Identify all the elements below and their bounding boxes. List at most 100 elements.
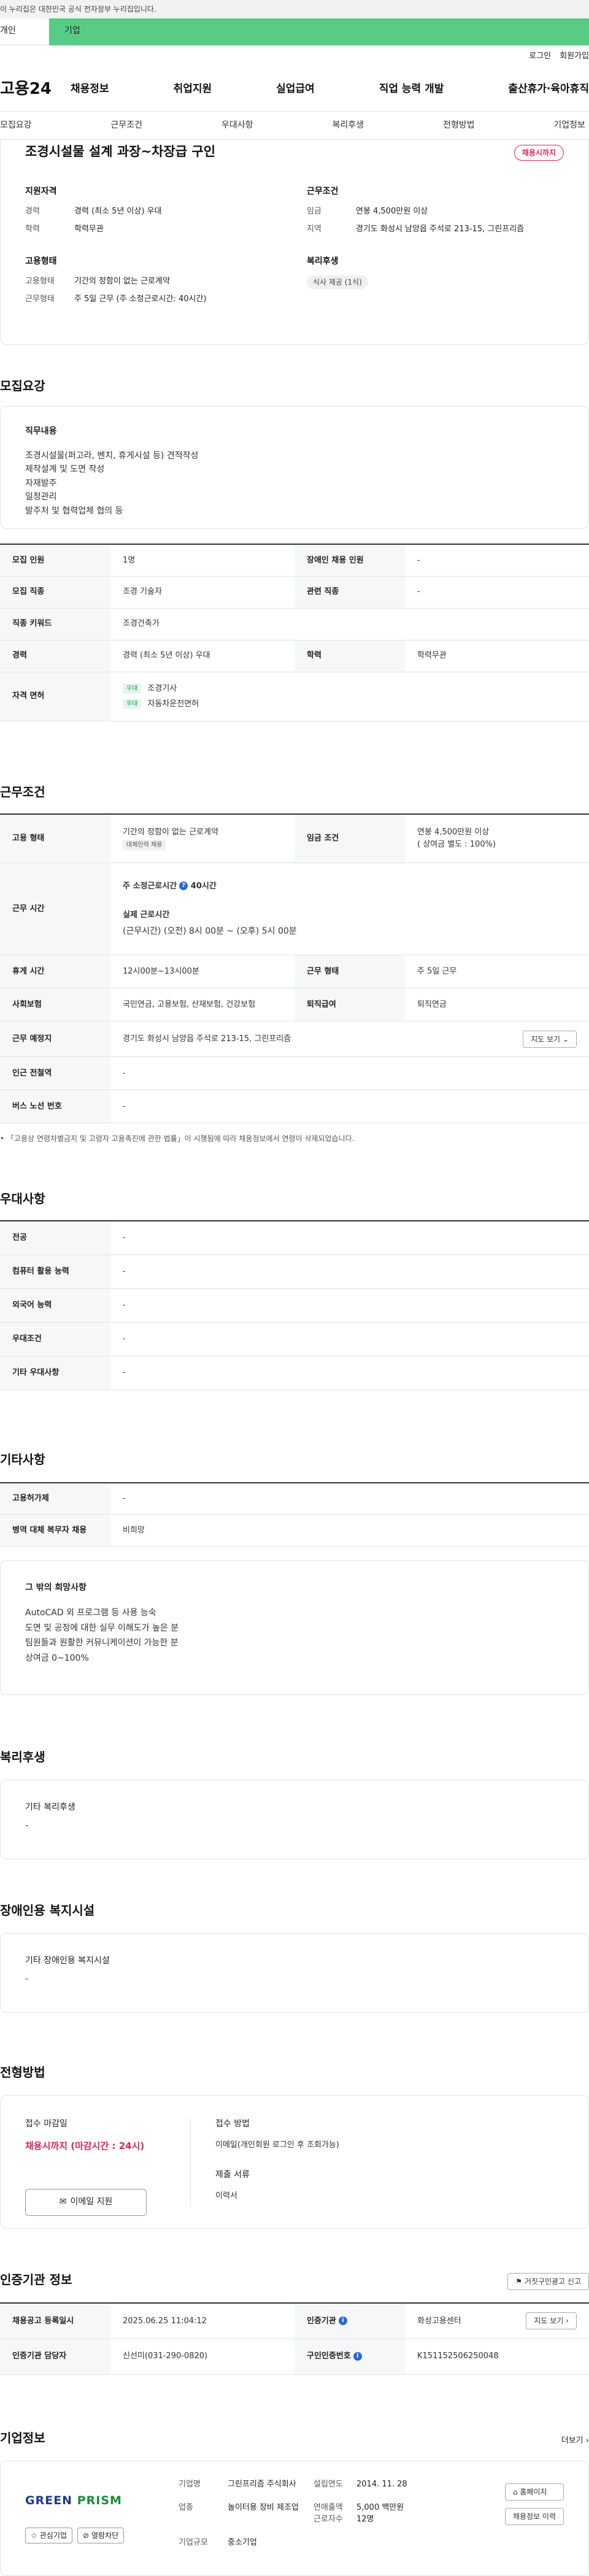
anchor-recruit[interactable]: 모집요강 [0, 119, 32, 132]
age-note-text: 「고용상 연령차별금지 및 고령자 고용촉진에 관한 법률」이 시행됨에 따라 … [6, 1134, 355, 1143]
chevron-down-icon: ⌄ [562, 1034, 569, 1044]
duties-card: 직무내용 조경시설물(퍼고라, 벤치, 휴게시설 등) 견적작성 제작설계 및 … [0, 406, 589, 529]
facility-title-wrap: 장애인용 복지시설 [0, 1859, 589, 1920]
staff-value: 12명 [356, 2515, 374, 2524]
report-button[interactable]: ⚑ 거짓구인광고 신고 [507, 2273, 589, 2290]
gnb-item-jobs[interactable]: 채용정보 [71, 82, 109, 98]
table-row: 고용허가제 - [0, 1482, 589, 1515]
summary-grid: 지원자격 경력 경력 (최소 5년 이상) 우대 학력 학력무관 근무조건 임금 연봉… [25, 185, 564, 312]
anchor-pref[interactable]: 우대사항 [221, 119, 253, 132]
summary-key: 임금 [307, 206, 321, 216]
welfare-value: - [25, 1821, 29, 1831]
table-header: 인증기관 i [294, 2303, 405, 2339]
table-row: 경력 경력 (최소 5년 이상) 우대 학력 학력무관 [0, 640, 589, 672]
table-header: 퇴직급여 [294, 988, 405, 1021]
section-title-pref: 우대사항 [0, 1191, 45, 1206]
duties-heading: 직무내용 [25, 426, 57, 436]
gnb-item-training[interactable]: 직업 능력 개발 [379, 82, 444, 98]
table-header: 직종 키워드 [0, 608, 110, 640]
favorite-label: 관심기업 [39, 2531, 67, 2540]
summary-heading: 고용형태 [25, 256, 57, 266]
tab-person[interactable]: 개인 [0, 18, 49, 45]
table-cell: 조경건축가 [110, 608, 589, 640]
tab-company[interactable]: 기업 [49, 18, 589, 45]
join-link[interactable]: 회원가입 [560, 50, 589, 67]
table-row: 인근 전철역 - [0, 1056, 589, 1090]
favorite-company-button[interactable]: ☆ 관심기업 [25, 2528, 72, 2543]
anchor-welfare[interactable]: 복리후생 [332, 119, 364, 132]
company-key: 업종 [179, 2502, 193, 2512]
weekly-value: 40시간 [190, 881, 217, 891]
docs-value: 이력서 [215, 2191, 237, 2201]
table-cell: - [110, 1221, 589, 1255]
table-header: 고용허가제 [0, 1482, 110, 1515]
company-more-link[interactable]: 더보기 › [561, 2435, 589, 2447]
anchor-work[interactable]: 근무조건 [110, 119, 142, 132]
table-header: 외국어 능력 [0, 1288, 110, 1323]
method-value: 이메일(개인회원 로그인 후 조회가능) [215, 2140, 339, 2150]
table-header: 구인인증번호 i [294, 2339, 405, 2375]
table-header: 학력 [294, 640, 405, 672]
block-icon: ⊘ [82, 2531, 89, 2540]
email-apply-button[interactable]: ✉ 이메일 지원 [25, 2188, 147, 2216]
block-view-button[interactable]: ⊘ 열람차단 [77, 2528, 125, 2543]
section-title-facility: 장애인용 복지시설 [0, 1903, 95, 1918]
table-row: 외국어 능력 - [0, 1288, 589, 1323]
chevron-right-icon: › [566, 2316, 569, 2326]
gnb-item-leave[interactable]: 출산휴가·육아휴직 [508, 82, 589, 98]
site-logo[interactable]: 고용24 [0, 77, 71, 101]
gov-banner: 이 누리집은 대한민국 공식 전자정부 누리집입니다. [0, 0, 589, 18]
anchor-process[interactable]: 전형방법 [443, 119, 475, 132]
wage-value: 연봉 4,500만원 이상 [417, 828, 490, 837]
table-cell: 우대 조경기사 우대 자동차운전면허 [110, 672, 589, 721]
section-title-etc: 기타사항 [0, 1451, 45, 1467]
company-key: 연매출액 근로자수 [314, 2502, 356, 2530]
table-row: 채용공고 등록일시 2025.06.25 11:04:12 인증기관 i 화성고용… [0, 2303, 589, 2339]
table-header: 버스 노선 번호 [0, 1090, 110, 1123]
pref-table: 전공 - 컴퓨터 활용 능력 - 외국어 능력 - 우대조건 - 기타 우대사항 - [0, 1220, 589, 1390]
table-header: 근무 시간 [0, 863, 110, 955]
info-icon[interactable]: i [338, 2316, 347, 2325]
table-cell: 경력 (최소 5년 이상) 우대 [110, 640, 294, 672]
actual-value: (근무시간) (오전) 8시 00분 ~ (오후) 5시 00분 [123, 926, 297, 936]
table-cell: 퇴직연금 [405, 988, 589, 1021]
table-header: 컴퓨터 활용 능력 [0, 1255, 110, 1289]
job-title: 조경시설물 설계 과장~차장급 구인 [25, 144, 216, 159]
anchor-company[interactable]: 기업정보 [553, 119, 585, 132]
table-row: 근무 시간 주 소정근로시간? 40시간 실제 근로시간 (근무시간) (오전)… [0, 863, 589, 955]
place-value: 경기도 화성시 남양읍 주석로 213-15, 그린프리즘 [123, 1034, 291, 1044]
login-link[interactable]: 로그인 [529, 50, 551, 67]
gnb-menu: 채용정보 취업지원 실업급여 직업 능력 개발 출산휴가·육아휴직 [71, 82, 589, 98]
map-button[interactable]: 지도 보기 ⌄ [523, 1030, 577, 1048]
job-history-button[interactable]: 채용정보 이력 [504, 2507, 564, 2525]
welfare-heading: 기타 복리후생 [25, 1802, 75, 1812]
section-title-recruit: 모집요강 [0, 379, 45, 393]
table-cell: - [110, 1056, 589, 1090]
method-block: 접수 방법 이메일(개인회원 로그인 후 조회가능) 제출 서류 이력서 [191, 2118, 339, 2206]
gnb-item-employment-support[interactable]: 취업지원 [174, 82, 212, 98]
info-icon[interactable]: ? [179, 882, 188, 890]
company-logo-buttons: ☆ 관심기업 ⊘ 열람차단 [25, 2528, 179, 2543]
gnb-item-unemployment[interactable]: 실업급여 [276, 82, 315, 98]
summary-value: 주 5일 근무 (주 소정근로시간: 40시간) [74, 294, 207, 304]
chevron-right-icon: › [585, 2436, 589, 2445]
summary-value: 연봉 4,500만원 이상 [356, 206, 428, 216]
logo-word-2: PRISM [77, 2493, 122, 2507]
util-links: 로그인 회원가입 [0, 45, 589, 67]
welfare-card: 기타 복리후생 - [0, 1780, 589, 1859]
table-row: 우대조건 - [0, 1322, 589, 1356]
work-title-wrap: 근무조건 [0, 721, 589, 800]
table-header: 기타 우대사항 [0, 1356, 110, 1390]
actual-label: 실제 근로시간 [123, 910, 170, 920]
table-cell: - [110, 1090, 589, 1123]
table-cell: - [110, 1288, 589, 1323]
wish-card: 그 밖의 희망사항 AutoCAD 외 프로그램 등 사용 능숙 도면 및 공정… [0, 1560, 589, 1695]
section-title-work: 근무조건 [0, 784, 45, 799]
company-logo: GREEN PRISM [25, 2492, 179, 2510]
agency-map-button[interactable]: 지도 보기 › [526, 2312, 577, 2330]
agency-value: 화성고용센터 [417, 2316, 461, 2326]
company-title-wrap: 기업정보 더보기 › [0, 2375, 589, 2447]
method-heading: 접수 방법 [215, 2119, 250, 2129]
info-icon[interactable]: i [353, 2351, 362, 2361]
recruit-table: 모집 인원 1명 장애인 채용 인원 - 모집 직종 조경 기술자 관련 직종 … [0, 544, 589, 721]
